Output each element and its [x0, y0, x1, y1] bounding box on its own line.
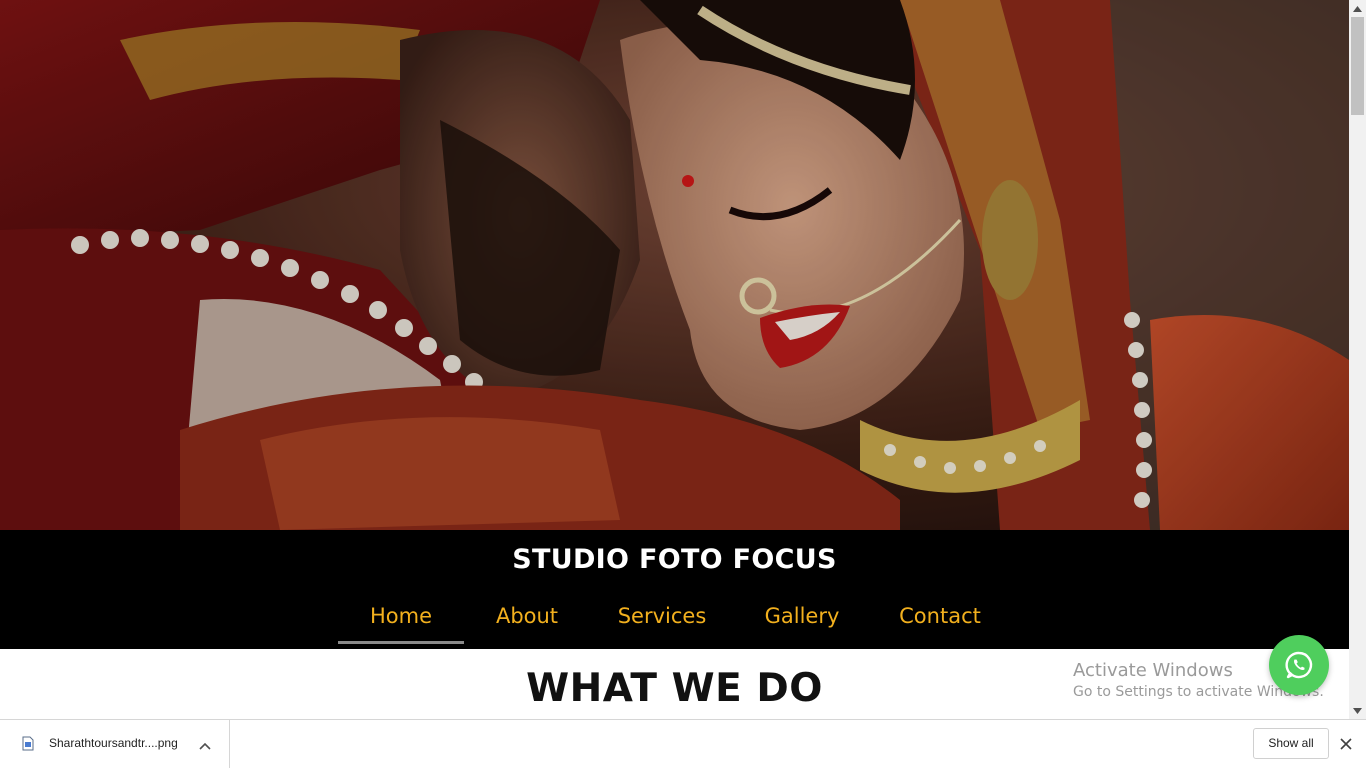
nav-item-home[interactable]: Home [338, 598, 464, 644]
download-filename: Sharathtoursandtr....png [49, 736, 178, 750]
download-item[interactable]: Sharathtoursandtr....png [0, 720, 230, 768]
nav-item-contact[interactable]: Contact [870, 598, 1010, 640]
close-icon[interactable] [1340, 737, 1352, 755]
nav-item-about[interactable]: About [464, 598, 590, 640]
site-brand-title[interactable]: STUDIO FOTO FOCUS [0, 544, 1349, 575]
scrollbar-thumb[interactable] [1351, 17, 1364, 115]
whatsapp-icon [1285, 651, 1313, 679]
scroll-up-arrow-icon[interactable] [1349, 0, 1366, 17]
main-nav: Home About Services Gallery Contact [338, 598, 1010, 644]
scroll-down-arrow-icon[interactable] [1349, 702, 1366, 719]
nav-item-services[interactable]: Services [590, 598, 734, 640]
file-icon [22, 736, 34, 756]
nav-item-gallery[interactable]: Gallery [734, 598, 870, 640]
page-viewport: STUDIO FOTO FOCUS Home About Services Ga… [0, 0, 1349, 719]
show-all-button[interactable]: Show all [1253, 728, 1329, 759]
whatsapp-chat-button[interactable] [1269, 635, 1329, 695]
hero-image [0, 0, 1349, 530]
page-scrollbar[interactable] [1349, 0, 1366, 719]
chevron-up-icon[interactable] [199, 737, 211, 755]
site-header: STUDIO FOTO FOCUS Home About Services Ga… [0, 530, 1349, 649]
download-bar: Sharathtoursandtr....png Show all [0, 719, 1366, 768]
